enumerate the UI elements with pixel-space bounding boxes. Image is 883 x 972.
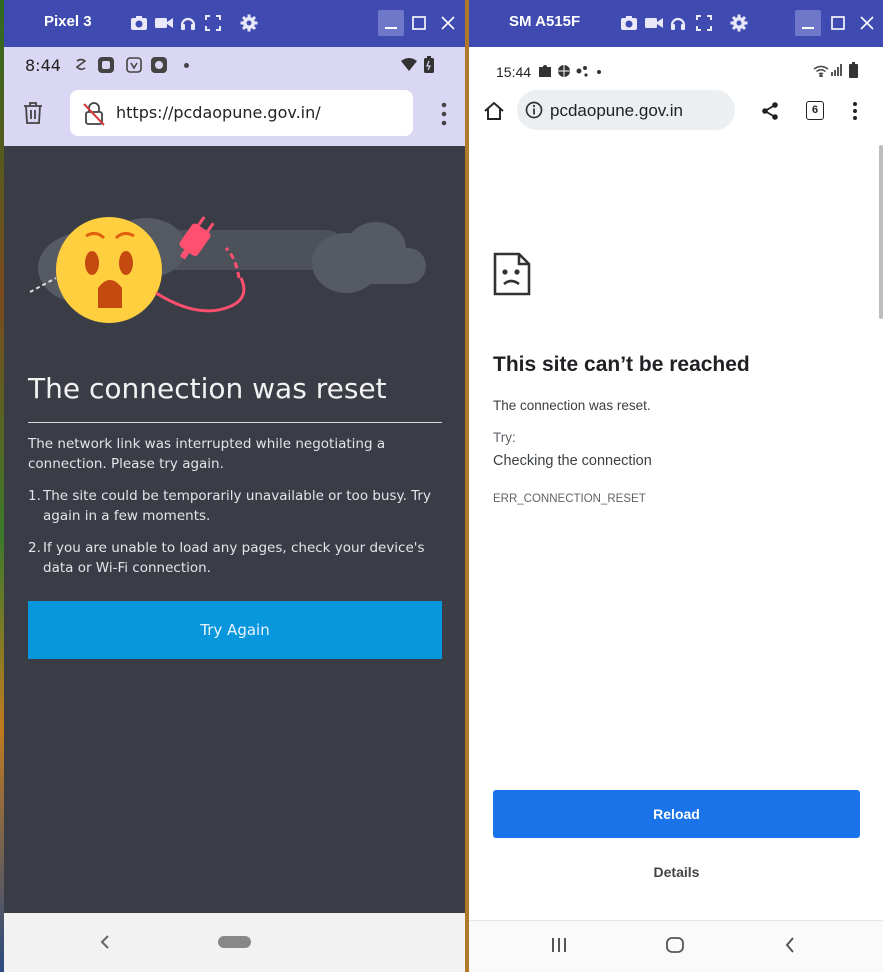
camera-icon[interactable] xyxy=(130,14,148,32)
error-message: The connection was reset. xyxy=(493,398,651,413)
battery-icon xyxy=(849,62,858,78)
close-button[interactable] xyxy=(854,10,880,36)
kebab-menu-icon[interactable] xyxy=(852,101,858,121)
details-button[interactable]: Details xyxy=(493,864,860,880)
connection-reset-illustration xyxy=(26,208,446,328)
list-text: If you are unable to load any pages, che… xyxy=(43,540,425,576)
tab-switcher-button[interactable]: 6 xyxy=(806,101,824,120)
home-button-icon[interactable] xyxy=(666,937,684,953)
android-nav-bar xyxy=(469,920,883,972)
notification-icon xyxy=(74,57,88,73)
list-item: 2. If you are unable to load any pages, … xyxy=(28,538,438,578)
scrollbar[interactable] xyxy=(879,145,883,319)
error-page: This site can’t be reached The connectio… xyxy=(469,137,883,920)
gear-icon[interactable] xyxy=(240,14,258,32)
url-text: https://pcdaopune.gov.in/ xyxy=(116,103,321,122)
android-nav-bar xyxy=(4,913,465,972)
back-icon[interactable] xyxy=(785,937,795,953)
window-titlebar: SM A515F xyxy=(469,0,883,47)
maximize-button[interactable] xyxy=(406,10,432,36)
list-item: 1. The site could be temporarily unavail… xyxy=(28,486,438,526)
status-time: 15:44 xyxy=(496,64,532,80)
headphones-icon[interactable] xyxy=(179,14,197,32)
error-code: ERR_CONNECTION_RESET xyxy=(493,493,646,505)
camera-icon[interactable] xyxy=(620,14,638,32)
gear-icon[interactable] xyxy=(730,14,748,32)
error-title: The connection was reset xyxy=(28,372,387,405)
app-notification-icon xyxy=(150,56,168,74)
url-field[interactable]: pcdaopune.gov.in xyxy=(517,90,735,130)
close-button[interactable] xyxy=(435,10,461,36)
insecure-lock-icon xyxy=(83,102,105,126)
browser-url-bar: pcdaopune.gov.in 6 xyxy=(469,87,883,137)
suggestion-text: Checking the connection xyxy=(493,453,652,469)
window-titlebar: Pixel 3 xyxy=(4,0,465,47)
status-bar: 15:44 xyxy=(469,47,883,87)
more-notifications-dot xyxy=(184,63,189,68)
headphones-icon[interactable] xyxy=(669,14,687,32)
recent-apps-icon[interactable] xyxy=(551,938,567,952)
list-number: 2. xyxy=(28,540,41,556)
emulator-window-sm-a515f: SM A515F 15:44 pcdaopune.gov.in 6 This s… xyxy=(469,0,883,972)
home-pill[interactable] xyxy=(218,936,251,948)
screenshot-frame-icon[interactable] xyxy=(695,14,713,32)
list-text: The site could be temporarily unavailabl… xyxy=(43,488,431,524)
browser-url-bar: https://pcdaopune.gov.in/ xyxy=(4,84,465,146)
list-number: 1. xyxy=(28,488,41,504)
more-notifications-dot xyxy=(597,70,601,74)
screenshot-frame-icon[interactable] xyxy=(204,14,222,32)
app-notification-icon xyxy=(97,56,115,74)
home-icon[interactable] xyxy=(483,101,505,121)
try-label: Try: xyxy=(493,430,516,445)
info-icon[interactable] xyxy=(525,101,543,119)
puzzle-icon xyxy=(537,63,553,79)
video-icon[interactable] xyxy=(644,14,663,32)
back-icon[interactable] xyxy=(100,935,110,949)
wifi-icon xyxy=(813,65,829,77)
error-description: The network link was interrupted while n… xyxy=(28,436,386,472)
status-bar: 8:44 xyxy=(4,47,465,84)
emulator-window-pixel3: Pixel 3 8:44 https://pcdaopune.gov.in/ T… xyxy=(4,0,465,972)
kebab-menu-icon[interactable] xyxy=(441,102,447,126)
minimize-button[interactable] xyxy=(378,10,404,36)
share-icon[interactable] xyxy=(761,101,779,121)
try-again-button[interactable]: Try Again xyxy=(28,601,442,659)
video-icon[interactable] xyxy=(154,14,173,32)
url-field[interactable]: https://pcdaopune.gov.in/ xyxy=(70,90,413,136)
error-title: This site can’t be reached xyxy=(493,353,750,376)
error-page: The connection was reset The network lin… xyxy=(4,146,465,913)
signal-icon xyxy=(831,64,843,76)
window-title: SM A515F xyxy=(509,13,581,30)
basketball-icon xyxy=(557,64,571,78)
url-text: pcdaopune.gov.in xyxy=(550,101,683,120)
trash-icon[interactable] xyxy=(22,101,44,125)
window-title: Pixel 3 xyxy=(44,13,92,30)
sad-document-icon xyxy=(493,252,531,296)
dots-icon xyxy=(575,64,591,78)
minimize-button[interactable] xyxy=(795,10,821,36)
maximize-button[interactable] xyxy=(825,10,851,36)
battery-icon xyxy=(424,56,434,73)
reload-button[interactable]: Reload xyxy=(493,790,860,838)
wifi-icon xyxy=(400,57,418,72)
status-time: 8:44 xyxy=(25,56,61,75)
app-notification-icon xyxy=(126,57,142,73)
title-divider xyxy=(28,422,442,423)
